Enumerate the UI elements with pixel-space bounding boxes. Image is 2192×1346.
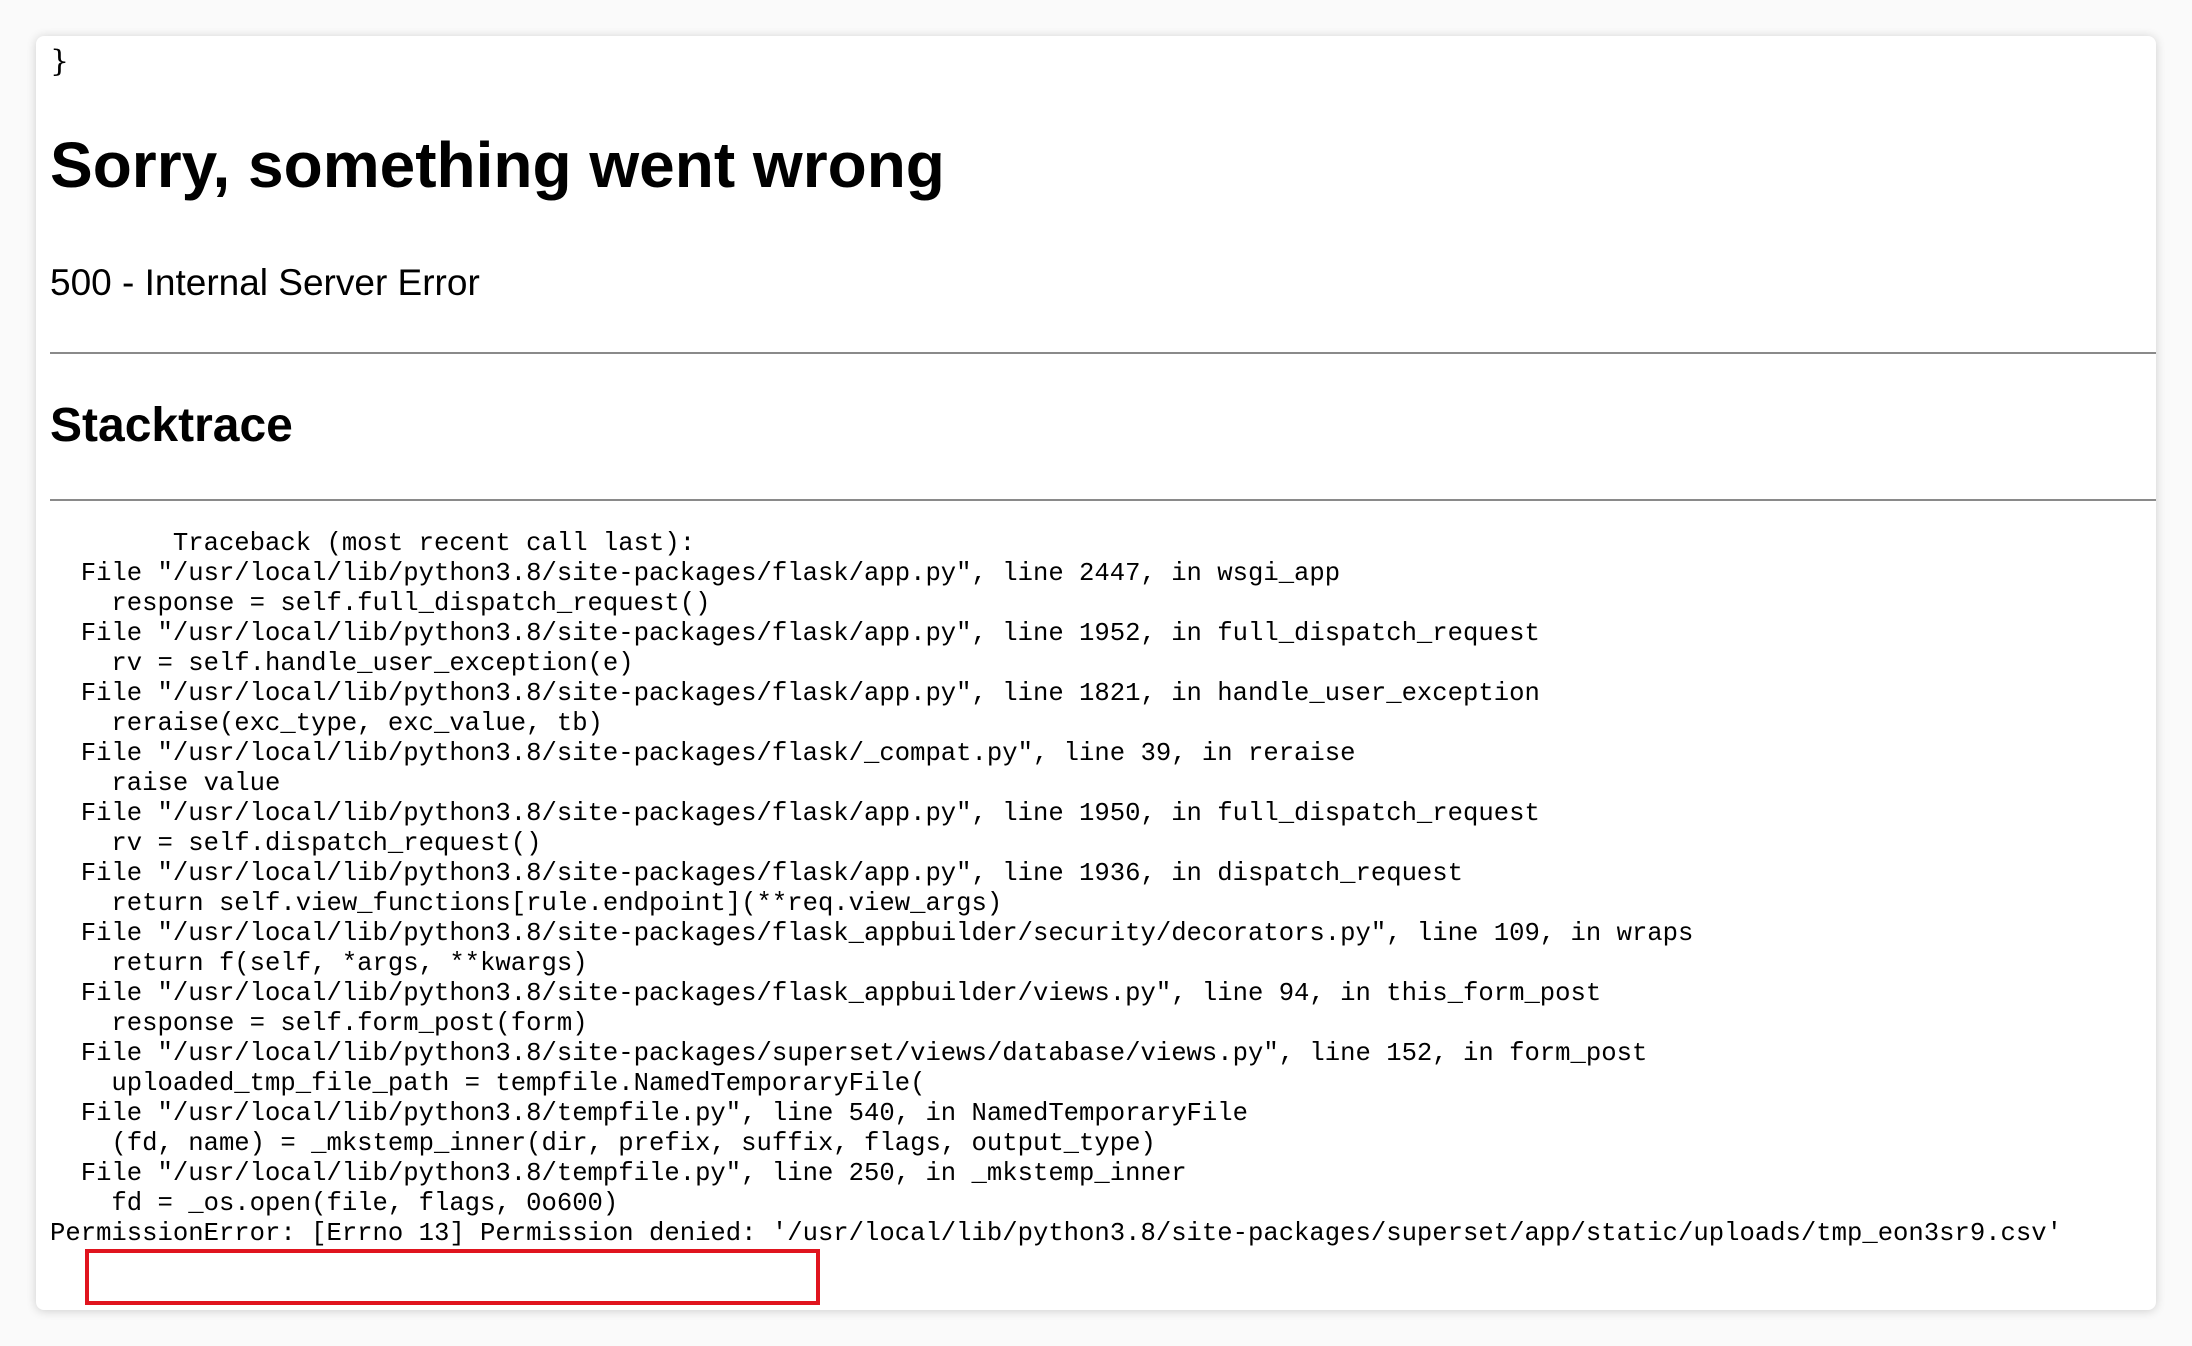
traceback-line: Traceback (most recent call last):	[50, 529, 696, 558]
traceback-line: File "/usr/local/lib/python3.8/site-pack…	[50, 679, 1540, 708]
traceback-line: return self.view_functions[rule.endpoint…	[50, 889, 1003, 918]
traceback-line: reraise(exc_type, exc_value, tb)	[50, 709, 603, 738]
traceback-line: (fd, name) = _mkstemp_inner(dir, prefix,…	[50, 1129, 1156, 1158]
stacktrace-block[interactable]: Traceback (most recent call last): File …	[50, 529, 2150, 1249]
divider-top	[50, 352, 2156, 354]
error-code-subtitle: 500 - Internal Server Error	[50, 262, 480, 303]
traceback-line: File "/usr/local/lib/python3.8/site-pack…	[50, 979, 1602, 1008]
traceback-line: return f(self, *args, **kwargs)	[50, 949, 588, 978]
traceback-line: response = self.form_post(form)	[50, 1009, 588, 1038]
traceback-line: File "/usr/local/lib/python3.8/tempfile.…	[50, 1099, 1248, 1128]
traceback-line: rv = self.dispatch_request()	[50, 829, 542, 858]
stacktrace-heading: Stacktrace	[50, 399, 293, 452]
traceback-line: response = self.full_dispatch_request()	[50, 589, 711, 618]
traceback-line: File "/usr/local/lib/python3.8/site-pack…	[50, 859, 1464, 888]
error-highlight-box	[85, 1249, 820, 1305]
traceback-line: raise value	[50, 769, 281, 798]
traceback-line: File "/usr/local/lib/python3.8/site-pack…	[50, 799, 1540, 828]
traceback-line: File "/usr/local/lib/python3.8/site-pack…	[50, 919, 1694, 948]
closing-brace-text: }	[50, 44, 70, 79]
traceback-line: File "/usr/local/lib/python3.8/tempfile.…	[50, 1159, 1187, 1188]
permission-error-line: PermissionError: [Errno 13] Permission d…	[50, 1219, 2062, 1248]
traceback-line: rv = self.handle_user_exception(e)	[50, 649, 634, 678]
traceback-line: File "/usr/local/lib/python3.8/site-pack…	[50, 619, 1540, 648]
traceback-line: fd = _os.open(file, flags, 0o600)	[50, 1189, 619, 1218]
traceback-line: uploaded_tmp_file_path = tempfile.NamedT…	[50, 1069, 926, 1098]
traceback-line: File "/usr/local/lib/python3.8/site-pack…	[50, 1039, 1648, 1068]
divider-bottom	[50, 499, 2156, 501]
page-title: Sorry, something went wrong	[50, 129, 945, 201]
traceback-line: File "/usr/local/lib/python3.8/site-pack…	[50, 559, 1341, 588]
traceback-line: File "/usr/local/lib/python3.8/site-pack…	[50, 739, 1356, 768]
error-page: } Sorry, something went wrong 500 - Inte…	[36, 36, 2156, 1310]
